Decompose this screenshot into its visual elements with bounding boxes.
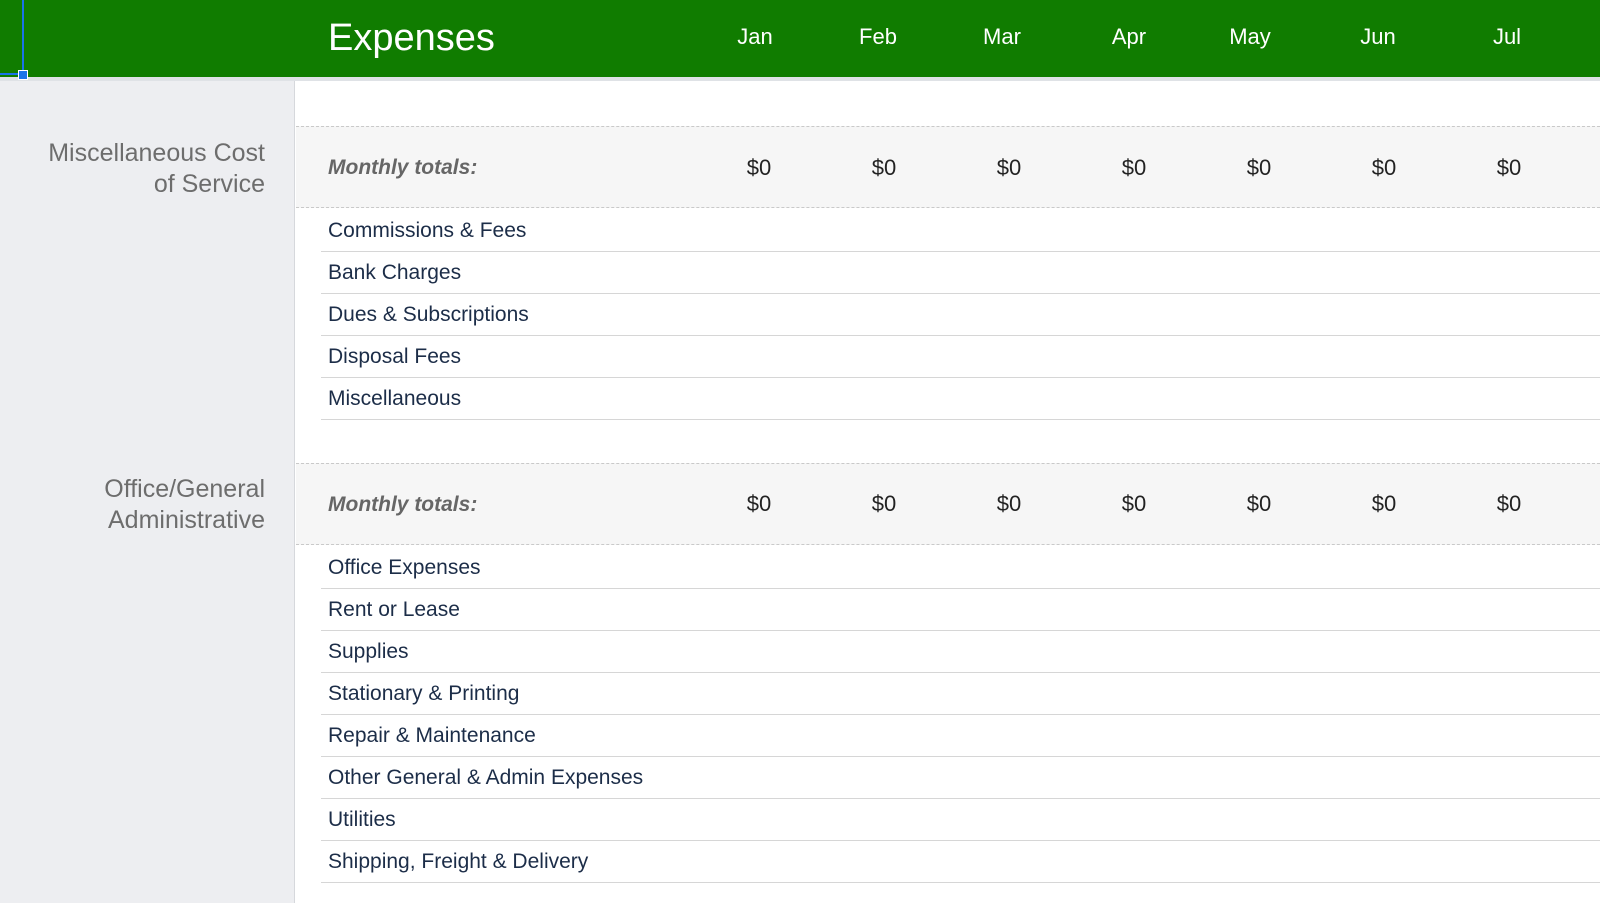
fill-handle[interactable] [18, 70, 28, 80]
monthly-total-mar[interactable]: $0 [959, 490, 1059, 518]
monthly-total-jun[interactable]: $0 [1334, 154, 1434, 182]
expense-row-label: Rent or Lease [328, 598, 460, 621]
expense-row[interactable]: Shipping, Freight & Delivery [321, 841, 1600, 883]
expense-row-label: Disposal Fees [328, 345, 462, 368]
cell-selection-border [22, 0, 24, 75]
section-label-line: Administrative [108, 506, 265, 534]
month-header-jul: Jul [1492, 24, 1522, 49]
monthly-total-may[interactable]: $0 [1209, 154, 1309, 182]
expense-row[interactable]: Stationary & Printing [321, 673, 1600, 715]
expense-row[interactable]: Supplies [321, 631, 1600, 673]
section-label-office-admin: Office/General Administrative [0, 474, 265, 536]
expense-row[interactable]: Disposal Fees [321, 336, 1600, 378]
monthly-total-jul[interactable]: $0 [1459, 154, 1559, 182]
month-header-jan: Jan [737, 24, 773, 49]
expense-row-label: Shipping, Freight & Delivery [328, 850, 589, 873]
section-label-line: of Service [153, 170, 265, 198]
page-title: Expenses [328, 17, 495, 59]
monthly-total-feb[interactable]: $0 [834, 154, 934, 182]
monthly-total-mar[interactable]: $0 [959, 154, 1059, 182]
monthly-total-may[interactable]: $0 [1209, 490, 1309, 518]
expense-row-label: Commissions & Fees [328, 219, 527, 242]
month-header-apr: Apr [1111, 24, 1147, 49]
expense-row-label: Repair & Maintenance [328, 724, 536, 747]
expense-row-label: Miscellaneous [328, 387, 462, 410]
monthly-totals-label: Monthly totals: [328, 156, 478, 179]
monthly-total-jan[interactable]: $0 [709, 490, 809, 518]
monthly-total-jul[interactable]: $0 [1459, 490, 1559, 518]
expense-row-label: Supplies [328, 640, 409, 663]
expense-row[interactable]: Repair & Maintenance [321, 715, 1600, 757]
expense-row[interactable]: Miscellaneous [321, 378, 1600, 420]
monthly-total-jun[interactable]: $0 [1334, 490, 1434, 518]
monthly-total-apr[interactable]: $0 [1084, 154, 1184, 182]
expense-row[interactable]: Utilities [321, 799, 1600, 841]
monthly-total-apr[interactable]: $0 [1084, 490, 1184, 518]
expense-row[interactable]: Office Expenses [321, 547, 1600, 589]
expense-row-label: Office Expenses [328, 556, 481, 579]
expense-row-label: Bank Charges [328, 261, 462, 284]
expense-row[interactable]: Rent or Lease [321, 589, 1600, 631]
month-header-jun: Jun [1360, 24, 1396, 49]
expense-row[interactable]: Dues & Subscriptions [321, 294, 1600, 336]
monthly-total-feb[interactable]: $0 [834, 490, 934, 518]
monthly-total-jan[interactable]: $0 [709, 154, 809, 182]
section-label-line: Office/General [104, 475, 265, 503]
month-header-mar: Mar [983, 24, 1021, 49]
expense-row[interactable]: Commissions & Fees [321, 210, 1600, 252]
section-label-misc-cost: Miscellaneous Cost of Service [0, 138, 265, 200]
expense-row[interactable]: Bank Charges [321, 252, 1600, 294]
expense-row-label: Stationary & Printing [328, 682, 520, 705]
monthly-totals-label: Monthly totals: [328, 493, 478, 516]
expense-row-label: Utilities [328, 808, 396, 831]
month-header-feb: Feb [859, 24, 897, 49]
expense-row[interactable]: Other General & Admin Expenses [321, 757, 1600, 799]
month-header-may: May [1229, 24, 1271, 49]
expense-row-label: Dues & Subscriptions [328, 303, 529, 326]
section-label-line: Miscellaneous Cost [48, 139, 265, 167]
expense-row-label: Other General & Admin Expenses [328, 766, 644, 789]
